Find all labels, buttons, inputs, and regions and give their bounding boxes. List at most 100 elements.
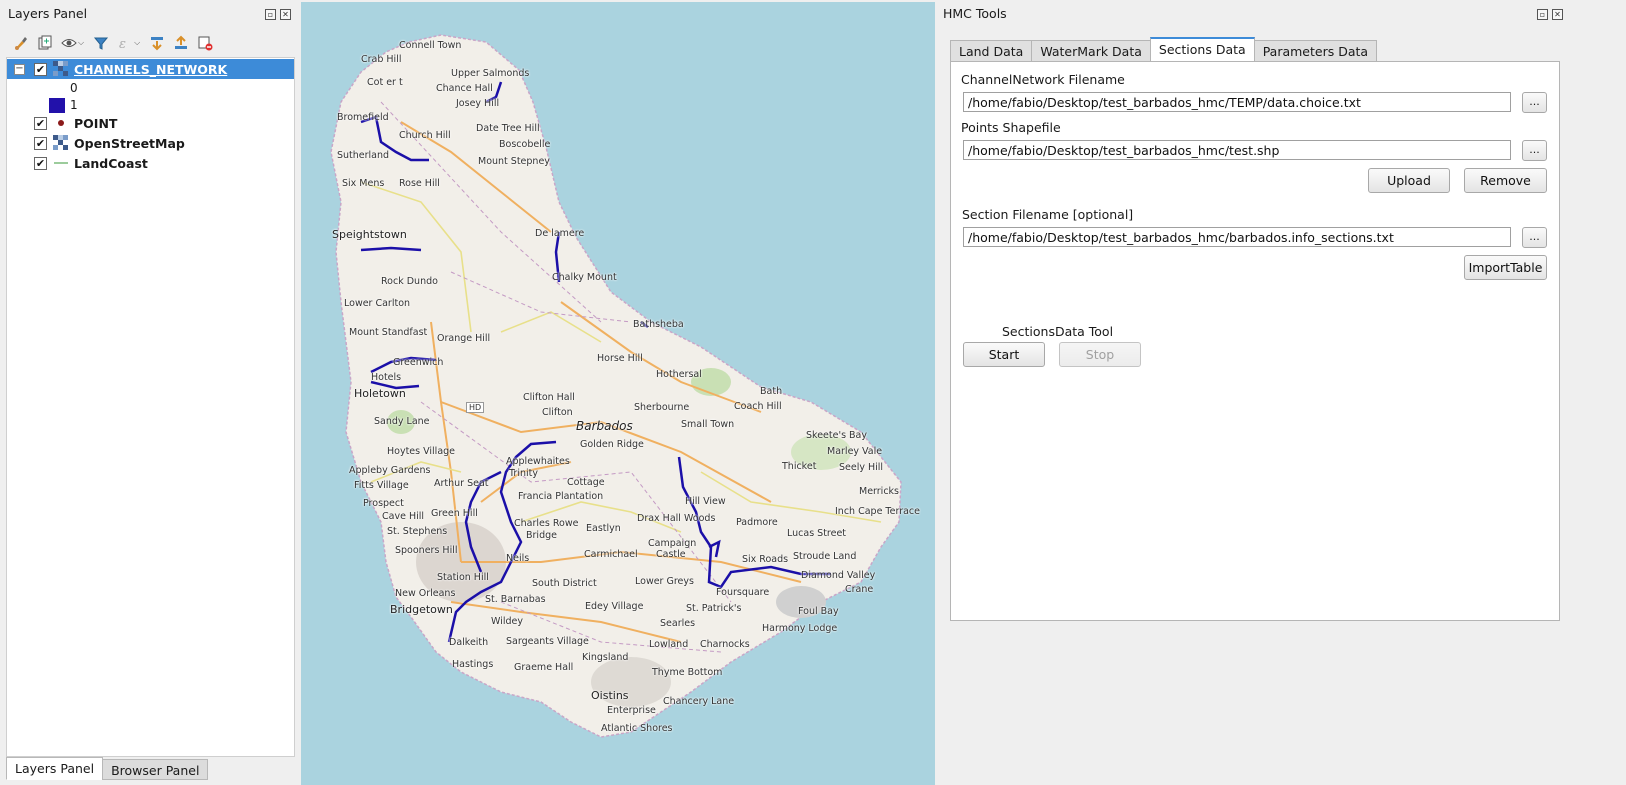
hmc-tools-title: HMC Tools bbox=[943, 6, 1007, 21]
browse-section-filename-button[interactable]: ... bbox=[1522, 227, 1547, 248]
points-shapefile-field[interactable] bbox=[963, 140, 1511, 160]
layer-row-openstreetmap[interactable]: ✔ OpenStreetMap bbox=[7, 133, 294, 153]
float-panel-icon[interactable]: ▫ bbox=[265, 9, 276, 20]
map-label: Hothersal bbox=[656, 369, 702, 380]
map-label: Neils bbox=[506, 553, 530, 564]
map-label: Prospect bbox=[363, 498, 404, 509]
layer-row-landcoast[interactable]: ✔ LandCoast bbox=[7, 153, 294, 173]
map-label: Campaign bbox=[648, 538, 697, 549]
map-label: Castle bbox=[656, 549, 686, 560]
sections-data-tool-title: SectionsData Tool bbox=[1002, 324, 1114, 339]
start-button[interactable]: Start bbox=[963, 342, 1045, 367]
map-label: Appleby Gardens bbox=[349, 465, 431, 476]
map-label: Orange Hill bbox=[437, 333, 491, 344]
import-table-button[interactable]: ImportTable bbox=[1464, 255, 1547, 280]
add-group-icon[interactable] bbox=[34, 32, 56, 54]
map-label: Rose Hill bbox=[399, 178, 440, 189]
raster-icon bbox=[53, 61, 68, 76]
legend-label: 0 bbox=[70, 81, 78, 95]
layer-visibility-checkbox[interactable]: ✔ bbox=[34, 136, 47, 150]
visibility-eye-icon[interactable] bbox=[58, 32, 80, 54]
channel-network-field[interactable] bbox=[963, 92, 1511, 112]
tab-land-data[interactable]: Land Data bbox=[950, 40, 1033, 62]
map-label: Connell Town bbox=[399, 40, 462, 51]
filter-icon[interactable] bbox=[90, 32, 112, 54]
map-label: Thicket bbox=[782, 461, 817, 472]
layer-tree[interactable]: − ✔ CHANNELS_NETWORK 0 1 ✔ POINT ✔ OpenS… bbox=[6, 57, 295, 757]
map-label: Enterprise bbox=[607, 705, 656, 716]
map-label: Hill View bbox=[685, 496, 726, 507]
point-marker-icon bbox=[58, 120, 64, 126]
tab-layers-panel[interactable]: Layers Panel bbox=[6, 757, 104, 780]
upload-button[interactable]: Upload bbox=[1368, 168, 1450, 193]
float-panel-icon[interactable]: ▫ bbox=[1537, 9, 1548, 20]
layer-visibility-checkbox[interactable]: ✔ bbox=[34, 62, 47, 76]
map-label: Lower Greys bbox=[635, 576, 694, 587]
collapse-toggle[interactable]: − bbox=[14, 63, 25, 75]
map-label: Foursquare bbox=[716, 587, 770, 598]
map-canvas[interactable]: Connell Town Crab Hill Cot er t Upper Sa… bbox=[301, 2, 935, 785]
map-label: Mount Stepney bbox=[478, 156, 550, 167]
map-label: South District bbox=[532, 578, 597, 589]
map-label: Spooners Hill bbox=[395, 545, 458, 556]
layer-row-channels-network[interactable]: − ✔ CHANNELS_NETWORK bbox=[7, 59, 294, 79]
channel-network-label: ChannelNetwork Filename bbox=[961, 72, 1125, 87]
map-label: Clifton Hall bbox=[523, 392, 575, 403]
map-label: Chancery Lane bbox=[663, 696, 735, 707]
section-filename-field[interactable] bbox=[963, 227, 1511, 247]
map-label: Kingsland bbox=[582, 652, 629, 663]
close-panel-icon[interactable]: ✕ bbox=[280, 9, 291, 20]
remove-button[interactable]: Remove bbox=[1464, 168, 1547, 193]
map-label: Rock Dundo bbox=[381, 276, 438, 287]
map-label: Hoytes Village bbox=[387, 446, 456, 457]
map-label: Crane bbox=[845, 584, 874, 595]
map-label: Small Town bbox=[681, 419, 735, 430]
map-label: Seely Hill bbox=[839, 462, 884, 473]
map-label: Hotels bbox=[371, 372, 402, 383]
points-shapefile-label: Points Shapefile bbox=[961, 120, 1061, 135]
map-label: Fitts Village bbox=[354, 480, 409, 491]
map-label: Eastlyn bbox=[586, 523, 621, 534]
map-label: St. Stephens bbox=[387, 526, 448, 537]
layer-row-point[interactable]: ✔ POINT bbox=[7, 113, 294, 133]
tab-browser-panel[interactable]: Browser Panel bbox=[102, 759, 209, 780]
map-label: Sandy Lane bbox=[374, 416, 430, 427]
map-label: Crab Hill bbox=[361, 54, 402, 65]
tab-parameters-data[interactable]: Parameters Data bbox=[1253, 40, 1378, 62]
map-label: Thyme Bottom bbox=[652, 667, 723, 678]
tab-sections-data[interactable]: Sections Data bbox=[1149, 37, 1255, 62]
map-label: Searles bbox=[660, 618, 696, 629]
layer-name: OpenStreetMap bbox=[74, 135, 185, 151]
chevron-down-icon[interactable]: ⌵ bbox=[134, 38, 140, 48]
remove-layer-icon[interactable] bbox=[194, 32, 216, 54]
stop-button[interactable]: Stop bbox=[1059, 342, 1141, 367]
map-label: Cot er t bbox=[367, 77, 403, 88]
map-label: Charnocks bbox=[700, 639, 750, 650]
layer-visibility-checkbox[interactable]: ✔ bbox=[34, 156, 47, 170]
map-label: HD bbox=[466, 402, 485, 413]
hmc-tools-panel: HMC Tools ▫ ✕ Land Data WaterMark Data S… bbox=[936, 0, 1626, 785]
style-brush-icon[interactable] bbox=[10, 32, 32, 54]
layer-visibility-checkbox[interactable]: ✔ bbox=[34, 116, 47, 130]
map-label: Applewhaites bbox=[506, 456, 570, 467]
map-label: Sherbourne bbox=[634, 402, 690, 413]
map-label: Golden Ridge bbox=[580, 439, 644, 450]
expression-filter-icon[interactable]: ε bbox=[114, 32, 136, 54]
chevron-down-icon[interactable]: ⌵ bbox=[78, 38, 84, 48]
map-label: Station Hill bbox=[437, 572, 489, 583]
map-label: St. Patrick's bbox=[686, 603, 742, 614]
expand-all-icon[interactable] bbox=[146, 32, 168, 54]
map-label: Holetown bbox=[354, 387, 406, 400]
map-label: Charles Rowe bbox=[514, 518, 579, 529]
browse-points-shapefile-button[interactable]: ... bbox=[1522, 140, 1547, 161]
map-label: Mount Standfast bbox=[349, 327, 428, 338]
collapse-all-icon[interactable] bbox=[170, 32, 192, 54]
map-label: Graeme Hall bbox=[514, 662, 574, 673]
map-label: Chalky Mount bbox=[552, 272, 617, 283]
map-label: Speightstown bbox=[332, 228, 407, 241]
tab-watermark-data[interactable]: WaterMark Data bbox=[1031, 40, 1151, 62]
close-panel-icon[interactable]: ✕ bbox=[1552, 9, 1563, 20]
legend-item: 1 bbox=[7, 95, 294, 115]
map-label: Clifton bbox=[542, 407, 573, 418]
browse-channel-network-button[interactable]: ... bbox=[1522, 92, 1547, 113]
